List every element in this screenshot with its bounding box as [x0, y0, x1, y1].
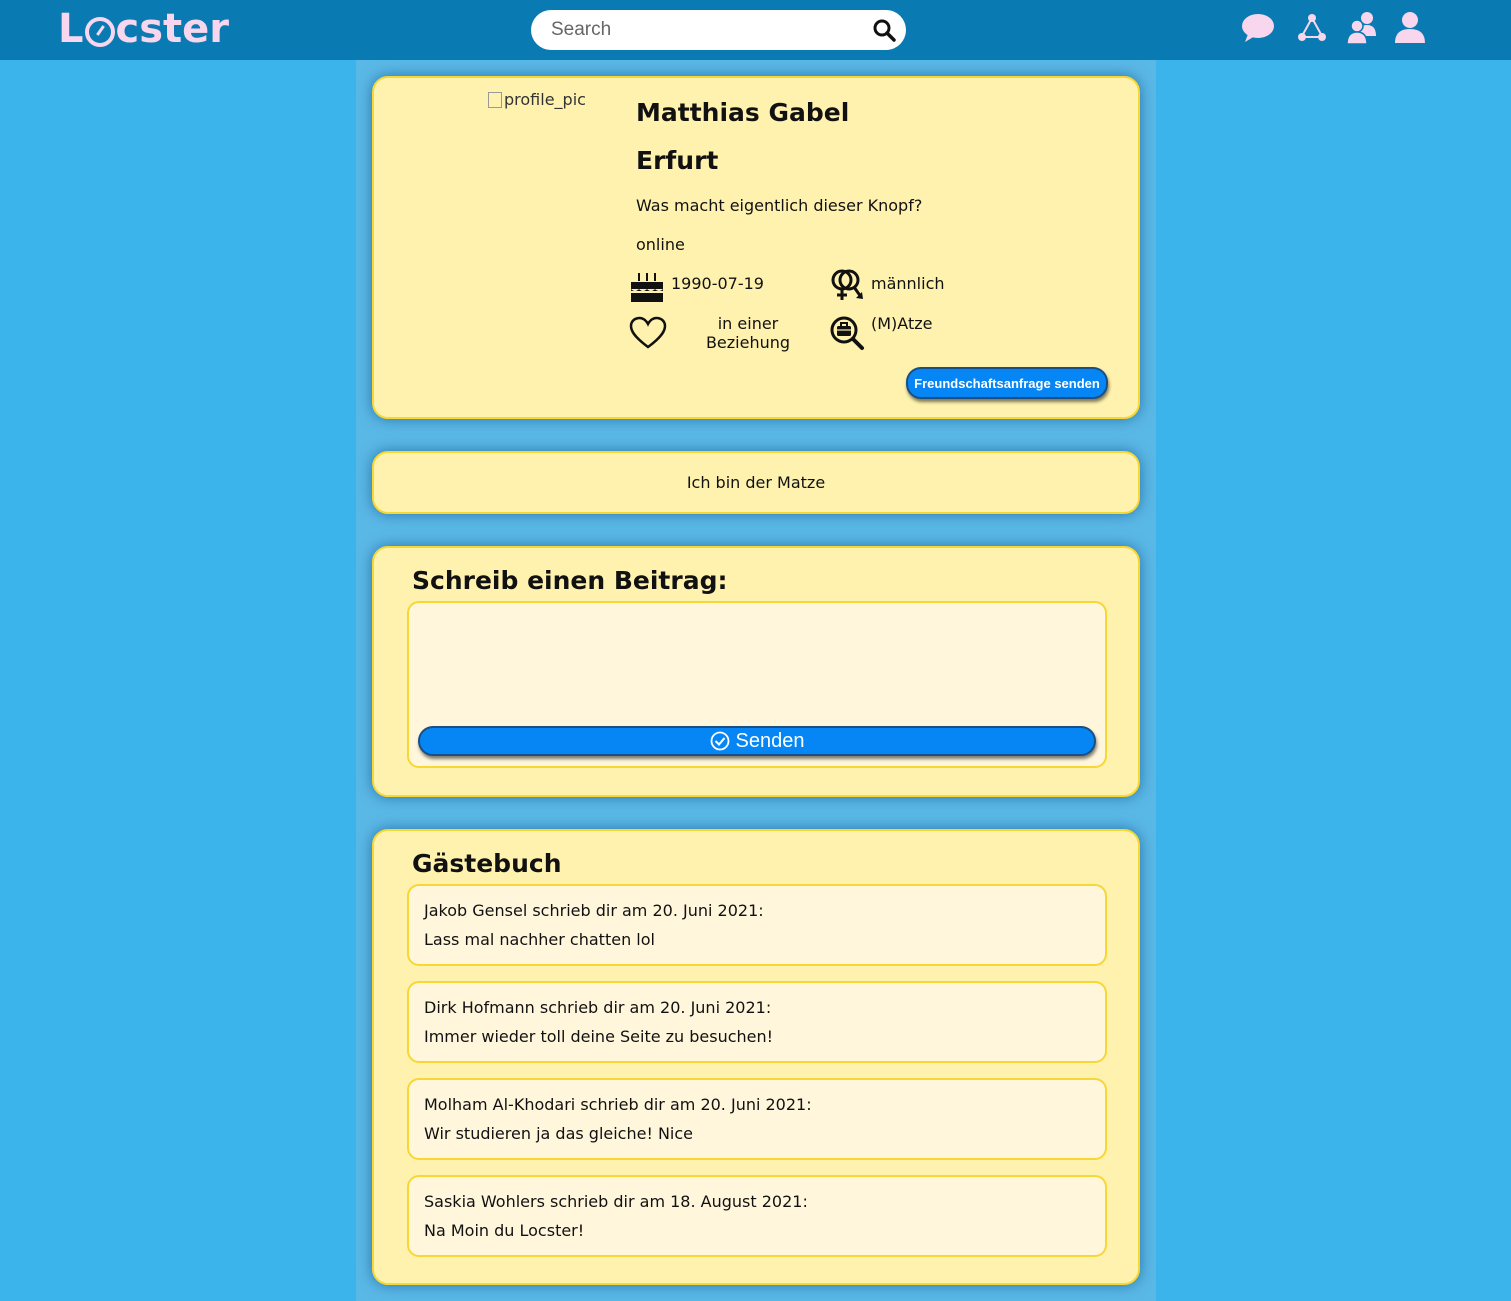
birthday-info: 1990-07-19 — [629, 271, 764, 303]
send-post-button[interactable]: Senden — [418, 726, 1096, 756]
search-input[interactable] — [551, 18, 871, 42]
relationship-info: in einer Beziehung — [629, 314, 793, 352]
logo-text-end: cster — [115, 6, 230, 52]
search-icon[interactable] — [872, 18, 896, 42]
birthday-cake-icon — [631, 273, 663, 302]
guestbook-entry: Molham Al-Khodari schrieb dir am 20. Jun… — [407, 1078, 1107, 1160]
guestbook-entry: Dirk Hofmann schrieb dir am 20. Juni 202… — [407, 981, 1107, 1063]
gender-icon — [831, 269, 863, 300]
send-label: Senden — [735, 729, 805, 752]
guestbook-entry: Saskia Wohlers schrieb dir am 18. August… — [407, 1175, 1107, 1257]
post-input-area: Senden — [407, 601, 1107, 768]
broken-image-icon — [488, 91, 502, 108]
profile-name: Matthias Gabel — [636, 98, 850, 127]
guestbook-entry: Jakob Gensel schrieb dir am 20. Juni 202… — [407, 884, 1107, 966]
gender-info: männlich — [829, 267, 945, 303]
guestbook-entry-message: Lass mal nachher chatten lol — [424, 930, 655, 949]
guestbook-card: Gästebuch Jakob Gensel schrieb dir am 20… — [372, 829, 1140, 1285]
chat-icon[interactable] — [1240, 10, 1276, 46]
post-textarea[interactable] — [417, 611, 1097, 721]
about-text: Ich bin der Matze — [686, 473, 826, 492]
guestbook-entry-header: Dirk Hofmann schrieb dir am 20. Juni 202… — [424, 998, 772, 1017]
post-card: Schreib einen Beitrag: Senden — [372, 546, 1140, 797]
profile-city: Erfurt — [636, 146, 719, 175]
compass-icon — [84, 17, 115, 47]
main-column: profile_pic Matthias Gabel Erfurt Was ma… — [356, 60, 1156, 1301]
job-search-icon — [830, 316, 864, 350]
guestbook-entry-header: Saskia Wohlers schrieb dir am 18. August… — [424, 1192, 808, 1211]
guestbook-title: Gästebuch — [412, 849, 562, 878]
network-icon[interactable] — [1294, 10, 1330, 46]
guestbook-entry-message: Wir studieren ja das gleiche! Nice — [424, 1124, 694, 1143]
locster-logo[interactable]: Lcster — [58, 6, 229, 52]
friend-request-button[interactable]: Freundschaftsanfrage senden — [906, 367, 1108, 399]
guestbook-entry-message: Immer wieder toll deine Seite zu besuche… — [424, 1027, 774, 1046]
looking-for-value: (M)Atze — [871, 314, 933, 333]
profile-picture: profile_pic — [488, 90, 586, 109]
guestbook-entry-header: Jakob Gensel schrieb dir am 20. Juni 202… — [424, 901, 764, 920]
check-circle-icon — [710, 731, 729, 751]
birthday-value: 1990-07-19 — [671, 274, 764, 293]
profile-card: profile_pic Matthias Gabel Erfurt Was ma… — [372, 76, 1140, 419]
about-card: Ich bin der Matze — [372, 451, 1140, 514]
guestbook-entry-message: Na Moin du Locster! — [424, 1221, 585, 1240]
gender-value: männlich — [871, 274, 945, 293]
looking-for-info: (M)Atze — [829, 314, 933, 351]
logo-text-start: L — [58, 6, 84, 52]
heart-icon — [629, 316, 667, 349]
profile-status-message: Was macht eigentlich dieser Knopf? — [636, 196, 923, 215]
relationship-value: in einer Beziehung — [705, 314, 791, 352]
online-status: online — [636, 235, 685, 254]
search-box — [531, 10, 906, 50]
user-icon[interactable] — [1392, 10, 1428, 46]
guestbook-entry-header: Molham Al-Khodari schrieb dir am 20. Jun… — [424, 1095, 812, 1114]
friends-icon[interactable] — [1344, 10, 1380, 46]
post-title: Schreib einen Beitrag: — [412, 566, 728, 595]
top-bar: Lcster — [0, 0, 1511, 60]
profile-picture-alt-text: profile_pic — [504, 90, 586, 109]
